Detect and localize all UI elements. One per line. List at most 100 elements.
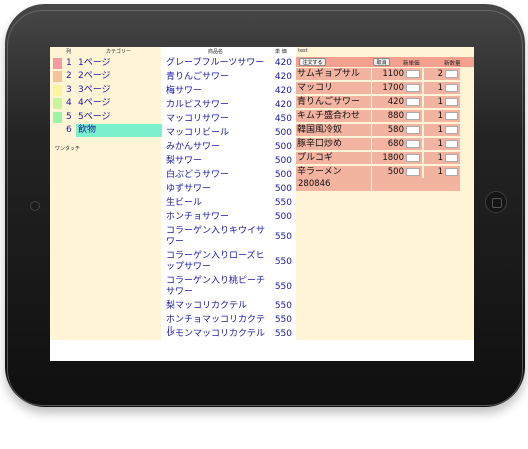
category-label: 2ページ: [78, 71, 111, 81]
product-row[interactable]: グレープフルーツサワー 420: [162, 58, 295, 68]
product-row[interactable]: マッコリビール 500: [162, 128, 295, 138]
product-row[interactable]: 青りんごサワー 420: [162, 72, 295, 82]
new-price-input[interactable]: [406, 154, 420, 162]
new-price-input[interactable]: [406, 126, 420, 134]
order-row[interactable]: プルコギ 1800 1: [296, 152, 474, 164]
new-price-input[interactable]: [406, 70, 420, 78]
product-price: 500: [274, 156, 292, 166]
new-qty-input[interactable]: [445, 154, 458, 162]
product-name: 生ビール: [166, 198, 203, 208]
category-item-3[interactable]: 3 3ページ: [50, 84, 161, 97]
order-title: test: [298, 48, 308, 54]
new-price-input[interactable]: [406, 140, 420, 148]
product-name: レモンマッコリカクテル: [166, 329, 266, 339]
order-item-name: キムチ盛合わせ: [296, 110, 371, 122]
order-item-price: 420: [372, 96, 422, 108]
order-row[interactable]: 韓国風冷奴 580 1: [296, 124, 474, 136]
product-price: 500: [274, 170, 292, 180]
category-item-1[interactable]: 1 1ページ: [50, 57, 161, 70]
new-price-input[interactable]: [406, 168, 420, 176]
order-item-price: 880: [372, 110, 422, 122]
order-item-name: 辛ラーメン: [296, 166, 371, 178]
product-row[interactable]: コラーゲン入り桃ピーチサワー 550: [162, 276, 295, 298]
category-item-2[interactable]: 2 2ページ: [50, 70, 161, 83]
category-col-no: 列: [66, 49, 72, 55]
order-item-qty: 1: [424, 138, 460, 150]
category-swatch: [53, 85, 62, 96]
category-item-5[interactable]: 5 5ページ: [50, 111, 161, 124]
order-row[interactable]: 豚辛口炒め 680 1: [296, 138, 474, 150]
category-item-6[interactable]: 6 飲物: [50, 124, 163, 137]
category-panel: 列 カテゴリー 1 1ページ 2 2ページ 3 3ページ 4 4ページ 5 5ペ…: [50, 47, 163, 340]
order-item-name: 韓国風冷奴: [296, 124, 371, 136]
product-row[interactable]: ゆずサワー 500: [162, 184, 295, 194]
new-qty-input[interactable]: [445, 126, 458, 134]
product-price: 420: [274, 58, 292, 68]
order-button[interactable]: 注文する: [299, 58, 326, 66]
home-button[interactable]: [485, 191, 507, 213]
order-item-price: 680: [372, 138, 422, 150]
product-price: 550: [274, 301, 292, 311]
new-qty-input[interactable]: [445, 168, 458, 176]
product-price: 550: [274, 315, 292, 325]
order-row[interactable]: マッコリ 1700 1: [296, 82, 474, 94]
product-name: 青りんごサワー: [166, 72, 230, 82]
product-row[interactable]: 白ぶどうサワー 500: [162, 170, 295, 180]
category-swatch: [53, 58, 62, 69]
product-price: 500: [274, 142, 292, 152]
order-row[interactable]: 辛ラーメン 500 1: [296, 166, 474, 178]
order-row[interactable]: キムチ盛合わせ 880 1: [296, 110, 474, 122]
product-row[interactable]: 生ビール 550: [162, 198, 295, 208]
product-row[interactable]: ホンチョマッコリカクテル 550: [162, 315, 295, 336]
order-item-price-value: 1100: [382, 69, 404, 79]
product-name: ゆずサワー: [166, 184, 212, 194]
product-price: 500: [274, 184, 292, 194]
order-row[interactable]: 青りんごサワー 420 1: [296, 96, 474, 108]
new-price-label: 新単価: [403, 61, 420, 67]
product-row[interactable]: カルピスサワー 420: [162, 100, 295, 110]
cancel-button[interactable]: 取消: [373, 58, 390, 66]
order-item-price-value: 500: [387, 167, 404, 177]
new-qty-input[interactable]: [445, 98, 458, 106]
product-name: マッコリサワー: [166, 114, 230, 124]
product-row[interactable]: 梨マッコリカクテル 550: [162, 301, 295, 311]
product-name: カルピスサワー: [166, 100, 230, 110]
product-col-name: 商品名: [208, 49, 224, 55]
order-total-fill: [372, 178, 460, 191]
product-row[interactable]: みかんサワー 500: [162, 142, 295, 152]
product-name: グレープフルーツサワー: [166, 58, 265, 68]
category-label: 5ページ: [78, 112, 111, 122]
product-row[interactable]: 梅サワー 420: [162, 86, 295, 96]
screen: 列 カテゴリー 1 1ページ 2 2ページ 3 3ページ 4 4ページ 5 5ペ…: [50, 47, 474, 361]
new-qty-input[interactable]: [445, 70, 458, 78]
order-item-name: マッコリ: [296, 82, 371, 94]
new-qty-input[interactable]: [445, 140, 458, 148]
product-name: マッコリビール: [166, 128, 230, 138]
product-row[interactable]: 梨サワー 500: [162, 156, 295, 166]
category-item-4[interactable]: 4 4ページ: [50, 97, 161, 110]
order-item-price: 1800: [372, 152, 422, 164]
product-price: 550: [274, 198, 292, 208]
product-row[interactable]: コラーゲン入りキウイサワー 550: [162, 226, 295, 248]
order-total: 280846: [296, 178, 371, 191]
product-row[interactable]: コラーゲン入りローズヒップサワー 550: [162, 251, 295, 273]
product-name: 梅サワー: [166, 86, 203, 96]
product-row[interactable]: レモンマッコリカクテル 550: [162, 329, 295, 339]
order-item-price-value: 880: [387, 111, 404, 121]
product-price: 550: [274, 282, 292, 292]
product-row[interactable]: マッコリサワー 450: [162, 114, 295, 124]
order-item-qty-value: 1: [437, 167, 443, 177]
new-price-input[interactable]: [406, 112, 420, 120]
product-name: 梨サワー: [166, 156, 203, 166]
order-row[interactable]: サムギョプサル 1100 2: [296, 68, 474, 80]
new-qty-input[interactable]: [445, 112, 458, 120]
product-price: 420: [274, 86, 292, 96]
category-label: 3ページ: [78, 85, 111, 95]
new-price-input[interactable]: [406, 84, 420, 92]
order-item-price-value: 680: [387, 139, 404, 149]
order-item-qty: 1: [424, 82, 460, 94]
category-label: 飲物: [76, 124, 163, 137]
product-row[interactable]: ホンチョサワー 500: [162, 212, 295, 222]
new-price-input[interactable]: [406, 98, 420, 106]
new-qty-input[interactable]: [445, 84, 458, 92]
